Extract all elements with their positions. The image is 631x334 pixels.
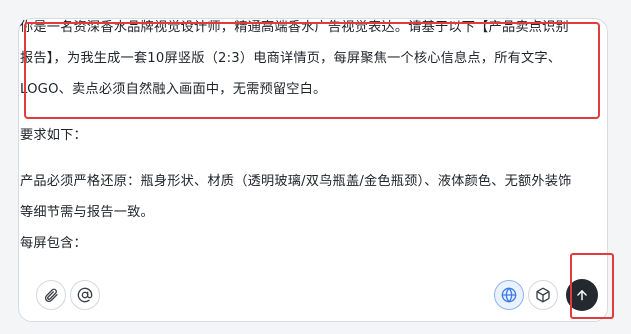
prompt-text-area[interactable]: 你是一名资深香水品牌视觉设计师，精通高端香水广告视觉表达。请基于以下【产品卖点识… [20,12,576,259]
model-cube-button[interactable] [528,280,558,310]
requirements-heading: 要求如下： [20,128,87,143]
arrow-up-icon [575,288,589,302]
globe-icon [501,287,517,303]
attach-button[interactable] [36,280,66,310]
at-sign-icon [77,287,93,303]
send-button[interactable] [566,279,598,311]
per-screen-heading: 每屏包含： [20,236,87,251]
prompt-intro-paragraph: 你是一名资深香水品牌视觉设计师，精通高端香水广告视觉表达。请基于以下【产品卖点识… [20,20,569,97]
web-search-toggle[interactable] [494,280,524,310]
requirement-product-fidelity: 产品必须严格还原：瓶身形状、材质（透明玻璃/双鸟瓶盖/金色瓶颈）、液体颜色、无额… [20,174,572,220]
mention-button[interactable] [70,280,100,310]
paperclip-icon [43,287,59,303]
cube-icon [535,287,551,303]
page: 你是一名资深香水品牌视觉设计师，精通高端香水广告视觉表达。请基于以下【产品卖点识… [0,0,631,334]
